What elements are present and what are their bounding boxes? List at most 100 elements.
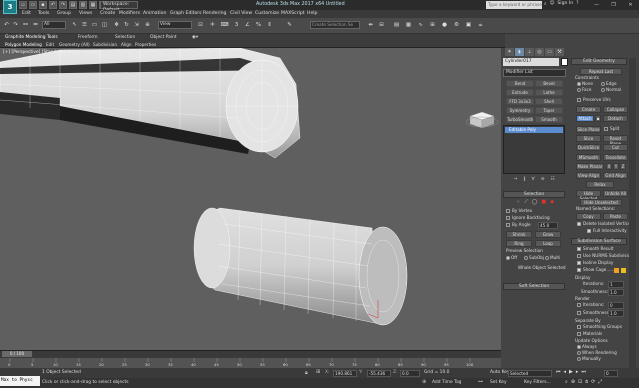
- menu-modifiers[interactable]: Modifiers: [119, 10, 140, 18]
- percent-snap-icon[interactable]: %: [254, 21, 263, 30]
- cage-color-swatch-1[interactable]: [614, 268, 619, 273]
- split-option[interactable]: Split: [604, 126, 619, 132]
- material-editor-icon[interactable]: ●: [440, 21, 449, 30]
- ref-coord-dropdown[interactable]: View: [158, 21, 192, 29]
- ribbon-toggle-icon[interactable]: ▦: [404, 21, 413, 30]
- configure-sets-icon[interactable]: ☷: [551, 177, 555, 183]
- auto-key-button[interactable]: Auto Key: [490, 368, 510, 378]
- ignore-backfacing-checkbox[interactable]: [506, 216, 510, 220]
- preview-off-radio[interactable]: [506, 256, 510, 260]
- smoothing-groups-checkbox[interactable]: [577, 325, 581, 329]
- link-icon[interactable]: ⚯: [21, 21, 30, 30]
- reset-plane-button[interactable]: Reset Plane: [603, 135, 628, 146]
- ignore-backfacing-option[interactable]: Ignore Backfacing: [506, 215, 550, 221]
- full-interactivity-checkbox[interactable]: [587, 229, 591, 233]
- maximize-viewport-icon[interactable]: ⤢: [598, 379, 602, 385]
- rect-selection-icon[interactable]: ▭: [90, 21, 99, 30]
- create-button[interactable]: Create: [576, 106, 601, 113]
- zoom-all-icon[interactable]: ⊕: [571, 379, 575, 385]
- orbit-icon[interactable]: ⟳: [591, 379, 595, 385]
- select-by-name-icon[interactable]: ☰: [80, 21, 89, 30]
- show-end-result-icon[interactable]: ∥: [523, 177, 525, 183]
- quickslice-button[interactable]: QuickSlice: [576, 144, 601, 151]
- select-manipulate-icon[interactable]: ✛: [208, 21, 217, 30]
- collapse-button[interactable]: Collapse: [603, 106, 628, 113]
- selection-filter-dropdown[interactable]: All: [42, 21, 66, 29]
- zoom-icon[interactable]: ⌕: [565, 379, 568, 385]
- modify-icon[interactable]: ◗: [515, 48, 524, 56]
- constraint-none-radio[interactable]: [577, 82, 581, 86]
- angle-input[interactable]: 45.0: [538, 222, 558, 229]
- show-cage-option[interactable]: Show Cage......: [577, 267, 614, 273]
- motion-icon[interactable]: ◎: [535, 48, 544, 56]
- new-file-icon[interactable]: ▫: [19, 1, 27, 9]
- modifier-bend-button[interactable]: Bend: [506, 80, 534, 87]
- select-object-icon[interactable]: ↖: [70, 21, 79, 30]
- spinner-snap-icon[interactable]: ⇕: [265, 21, 274, 30]
- modifier-list-dropdown[interactable]: Modifier List: [503, 69, 566, 77]
- tessellate-button[interactable]: Tessellate: [603, 154, 628, 161]
- key-filters-button[interactable]: Key Filters...: [524, 378, 551, 388]
- set-key-icon[interactable]: ⊶: [478, 379, 483, 385]
- view-align-button[interactable]: View Align: [576, 172, 601, 179]
- constraint-face-radio[interactable]: [577, 88, 581, 92]
- display-icon[interactable]: ▭: [545, 48, 554, 56]
- update-manually-option[interactable]: Manually: [577, 356, 601, 362]
- app-logo-icon[interactable]: 3: [3, 0, 17, 14]
- menu-graph-editors[interactable]: Graph Editors: [170, 10, 202, 18]
- play-icon[interactable]: ▶: [569, 369, 573, 375]
- z-coord-input[interactable]: 0.0: [400, 370, 420, 377]
- viewport-label[interactable]: [+] [Perspective] [Standard] [Edged Face…: [3, 50, 97, 55]
- render-iterations-option[interactable]: Iterations:: [577, 302, 604, 308]
- hide-selected-button[interactable]: Hide Selected: [576, 190, 601, 201]
- key-mode-dropdown[interactable]: Selected: [508, 370, 552, 377]
- render-iterations-checkbox[interactable]: [577, 303, 581, 307]
- delete-isolated-option[interactable]: Delete Isolated Vertices: [577, 221, 633, 227]
- by-vertex-option[interactable]: By Vertex: [506, 208, 532, 214]
- update-when-rendering-radio[interactable]: [577, 351, 581, 355]
- repeat-last-button[interactable]: Repeat Last: [580, 68, 622, 75]
- smooth-result-checkbox[interactable]: [577, 247, 581, 251]
- create-icon[interactable]: ✶: [505, 48, 514, 56]
- render-iterations-input[interactable]: 0: [608, 302, 624, 309]
- attach-button[interactable]: Attach: [576, 115, 594, 122]
- pin-stack-icon[interactable]: ⊣: [513, 177, 517, 183]
- curve-editor-icon[interactable]: ∿: [416, 21, 425, 30]
- minimize-icon[interactable]: —: [588, 0, 605, 9]
- slice-button[interactable]: Slice: [576, 135, 601, 142]
- utilities-icon[interactable]: ⚒: [555, 48, 564, 56]
- subtab-align[interactable]: Align: [121, 41, 132, 48]
- maximize-icon[interactable]: ❐: [605, 0, 622, 9]
- make-planar-button[interactable]: Make Planar: [576, 163, 604, 170]
- detach-button[interactable]: Detach: [603, 115, 628, 122]
- hide-unselected-button[interactable]: Hide Unselected: [580, 199, 622, 206]
- subtab-subdivision[interactable]: Subdivision: [93, 41, 117, 48]
- lock-selection-icon[interactable]: 🔒︎: [305, 370, 308, 376]
- edit-named-sets-icon[interactable]: ✎: [285, 21, 294, 30]
- render-smoothness-checkbox[interactable]: [577, 311, 581, 315]
- element-level-icon[interactable]: ◆: [550, 199, 554, 205]
- tab-selection[interactable]: Selection: [115, 34, 135, 41]
- menu-customize[interactable]: Customize: [255, 10, 279, 18]
- open-file-icon[interactable]: ▭: [29, 1, 37, 9]
- planar-x-button[interactable]: X: [606, 163, 612, 170]
- preview-off-option[interactable]: Off: [506, 255, 517, 261]
- search-icon[interactable]: ⌕: [544, 1, 547, 7]
- time-slider-track[interactable]: [0, 350, 501, 358]
- menu-views[interactable]: Views: [79, 10, 92, 18]
- subtab-geometry[interactable]: Geometry (All): [59, 41, 90, 48]
- make-unique-icon[interactable]: ∀: [532, 177, 535, 183]
- planar-z-button[interactable]: Z: [620, 163, 626, 170]
- modifier-bevel-button[interactable]: Bevel: [535, 80, 563, 87]
- save-file-icon[interactable]: ▪: [39, 1, 47, 9]
- render-smoothness-option[interactable]: Smoothness:: [577, 310, 610, 316]
- display-smoothness-input[interactable]: 1.0: [608, 289, 624, 296]
- redo-icon[interactable]: ↷: [59, 1, 67, 9]
- isoline-display-checkbox[interactable]: [577, 261, 581, 265]
- preview-multi-option[interactable]: Multi: [545, 255, 560, 261]
- loop-button[interactable]: Loop: [535, 240, 561, 247]
- subdivision-surface-rollout-header[interactable]: Subdivision Surface: [571, 238, 627, 245]
- ring-button[interactable]: Ring: [506, 240, 532, 247]
- tab-freeform[interactable]: Freeform: [78, 34, 98, 41]
- grid-align-button[interactable]: Grid Align: [603, 172, 628, 179]
